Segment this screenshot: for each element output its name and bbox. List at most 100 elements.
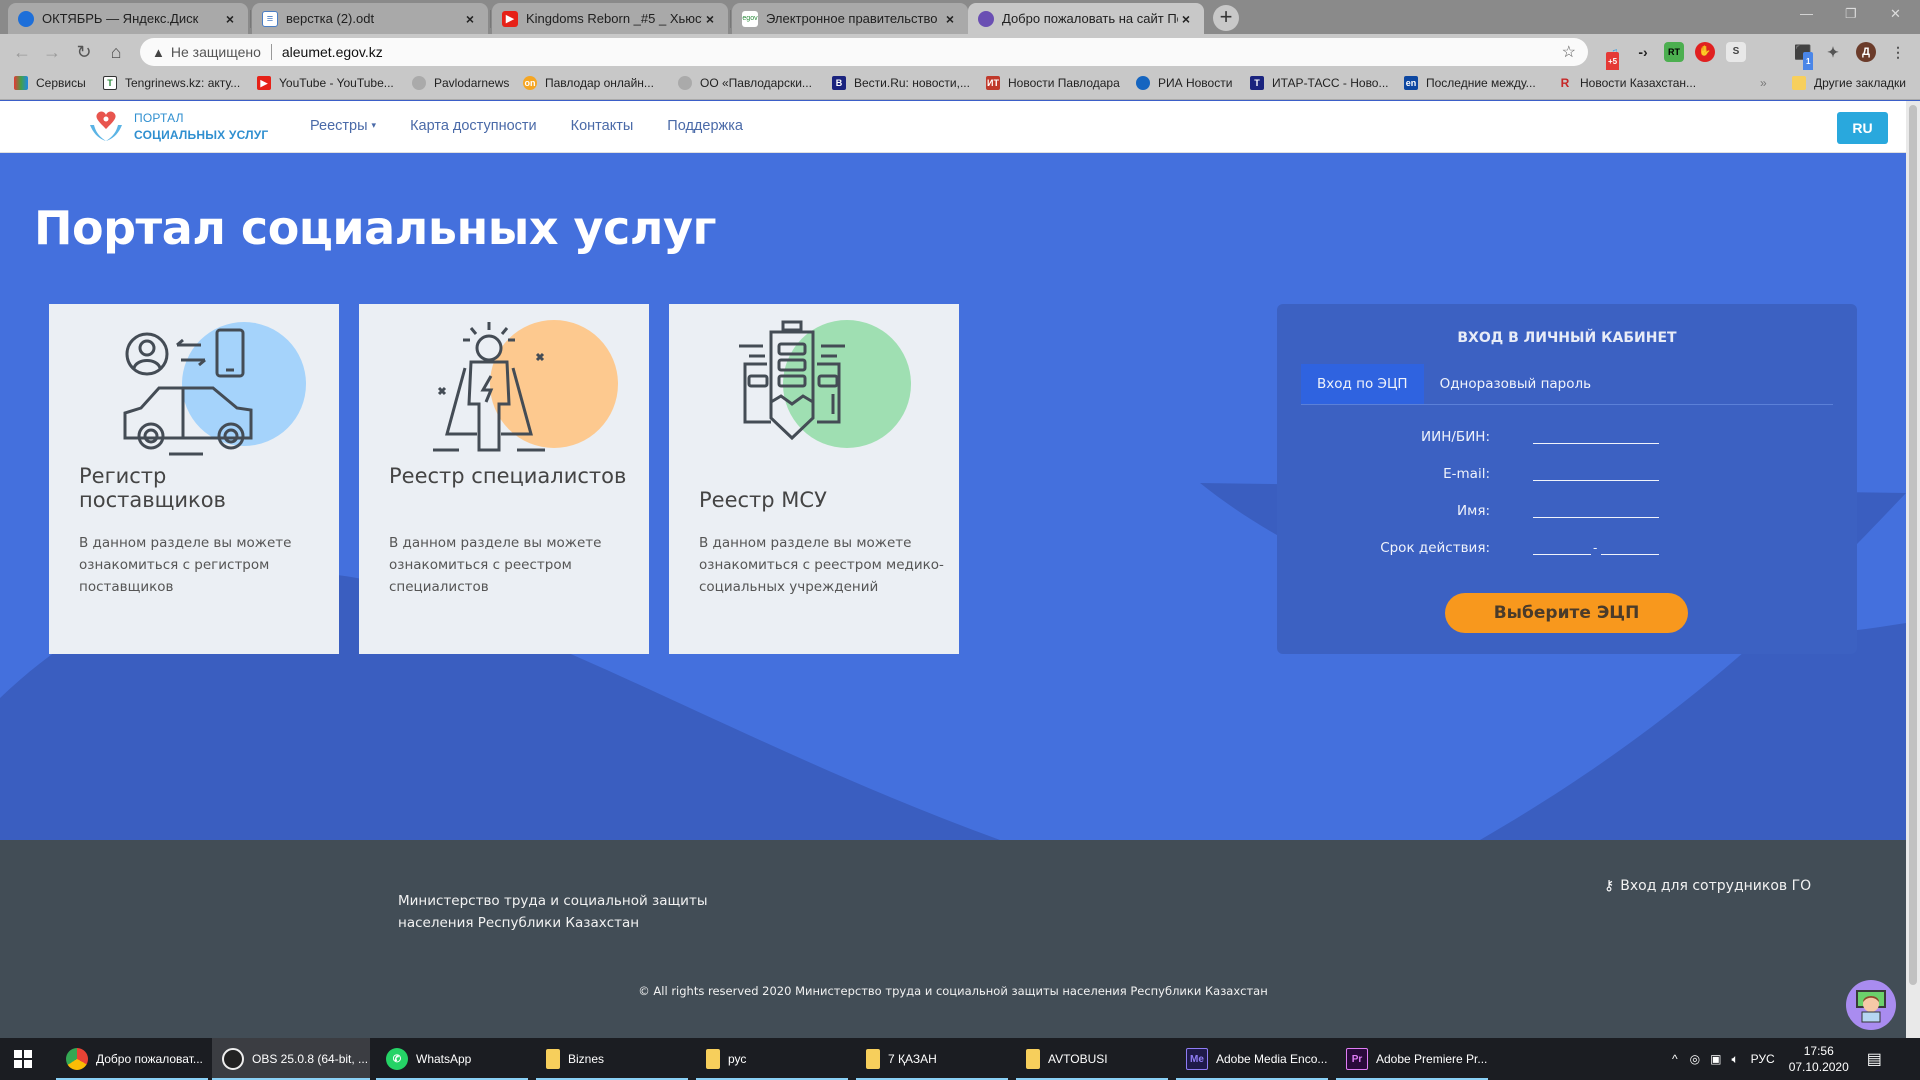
bookmark-item[interactable]: Pavlodarnews: [412, 76, 509, 90]
card-title: Реестр МСУ: [699, 488, 827, 512]
browser-tab-active[interactable]: Добро пожаловать на сайт Пор ×: [968, 3, 1204, 34]
bookmark-item[interactable]: T Tengrinews.kz: акту...: [103, 76, 240, 90]
rt-extension-icon[interactable]: RT: [1664, 42, 1684, 62]
support-chat-button[interactable]: [1846, 980, 1896, 1030]
bookmark-item[interactable]: B Вести.Ru: новости,...: [832, 76, 970, 90]
taskbar-item-whatsapp[interactable]: ✆ WhatsApp: [376, 1038, 528, 1080]
iin-bin-row: ИИН/БИН:: [1277, 423, 1857, 453]
cube-extension-icon[interactable]: ⬛1: [1793, 42, 1814, 72]
tab-one-time-password[interactable]: Одноразовый пароль: [1424, 364, 1608, 404]
language-button[interactable]: RU: [1837, 112, 1888, 144]
tab-eds-login[interactable]: Вход по ЭЦП: [1301, 364, 1424, 404]
other-bookmarks-folder[interactable]: Другие закладки: [1792, 76, 1906, 90]
taskbar-label: 7 ҚАЗАН: [888, 1052, 937, 1066]
bookmark-item[interactable]: R Новости Казахстан...: [1558, 76, 1696, 90]
nav-registries[interactable]: Реестры ▾: [310, 118, 376, 134]
address-bar[interactable]: ▲ Не защищено aleumet.egov.kz ☆: [140, 38, 1588, 66]
nav-accessibility-map[interactable]: Карта доступности: [410, 118, 537, 134]
tengrinews-icon: T: [103, 76, 117, 90]
name-field[interactable]: [1533, 517, 1659, 518]
bookmark-item[interactable]: ▶ YouTube - YouTube...: [257, 76, 394, 90]
taskbar-item-folder[interactable]: AVTOBUSI: [1016, 1038, 1168, 1080]
taskbar-item-obs[interactable]: OBS 25.0.8 (64-bit, ...: [212, 1038, 370, 1080]
page-scrollbar[interactable]: [1906, 101, 1920, 1038]
clock[interactable]: 17:56 07.10.2020: [1789, 1043, 1849, 1075]
bookmark-item[interactable]: ИТ Новости Павлодара: [986, 76, 1120, 90]
browser-tab[interactable]: ОКТЯБРЬ — Яндекс.Диск ×: [8, 3, 248, 34]
folder-icon: [546, 1049, 560, 1069]
folder-icon: [1792, 76, 1806, 90]
taskbar-item-chrome[interactable]: Добро пожаловат...: [56, 1038, 208, 1080]
puzzle-extension-icon[interactable]: ✦: [1823, 42, 1843, 62]
folder-icon: [866, 1049, 880, 1069]
validity-from-field[interactable]: [1533, 554, 1591, 555]
home-button[interactable]: ⌂: [104, 40, 128, 64]
close-window-icon[interactable]: ✕: [1890, 6, 1901, 22]
bookmark-item[interactable]: Сервисы: [14, 76, 86, 90]
browser-tab[interactable]: egov Электронное правительство Ре ×: [732, 3, 968, 34]
taskbar-label: рус: [728, 1052, 747, 1066]
card-providers-register[interactable]: Регистр поставщиков В данном разделе вы …: [49, 304, 339, 654]
it-icon: ИТ: [986, 76, 1000, 90]
browser-tab[interactable]: ▶ Kingdoms Reborn _#5 _ Хьюсто ×: [492, 3, 728, 34]
card-msu-register[interactable]: Реестр МСУ В данном разделе вы можете оз…: [669, 304, 959, 654]
browser-tab[interactable]: ≡ верстка (2).odt ×: [252, 3, 488, 34]
forward-button[interactable]: →: [40, 40, 64, 64]
close-tab-icon[interactable]: ×: [462, 11, 478, 27]
nav-contacts[interactable]: Контакты: [571, 118, 634, 134]
bookmarks-overflow-button[interactable]: »: [1760, 76, 1767, 90]
s-extension-icon[interactable]: S: [1726, 42, 1746, 62]
email-field[interactable]: [1533, 480, 1659, 481]
arrow-right-icon: →: [43, 42, 61, 62]
input-language[interactable]: РУС: [1751, 1052, 1775, 1066]
music-extension-icon[interactable]: ♫+5: [1604, 42, 1624, 72]
close-tab-icon[interactable]: ×: [702, 11, 718, 27]
scrollbar-thumb[interactable]: [1909, 105, 1917, 985]
bookmark-label: Pavlodarnews: [434, 76, 510, 90]
taskbar-item-folder[interactable]: 7 ҚАЗАН: [856, 1038, 1008, 1080]
taskbar-item-folder[interactable]: рус: [696, 1038, 848, 1080]
network-icon[interactable]: ▣: [1710, 1052, 1721, 1066]
adblock-extension-icon[interactable]: ✋: [1695, 42, 1715, 62]
bookmark-label: Сервисы: [36, 76, 86, 90]
tab-title: верстка (2).odt: [286, 11, 375, 26]
taskbar-item-media-encoder[interactable]: Me Adobe Media Enco...: [1176, 1038, 1328, 1080]
bookmark-item[interactable]: ОО «Павлодарски...: [678, 76, 812, 90]
main-nav: Реестры ▾ Карта доступности Контакты Подд…: [310, 118, 777, 134]
arrow-extension-icon[interactable]: -›: [1633, 42, 1653, 62]
close-tab-icon[interactable]: ×: [942, 11, 958, 27]
close-tab-icon[interactable]: ×: [222, 11, 238, 27]
card-specialists-register[interactable]: Реестр специалистов В данном разделе вы …: [359, 304, 649, 654]
profile-avatar[interactable]: Д: [1856, 42, 1876, 62]
obs-tray-icon[interactable]: ◎: [1690, 1052, 1700, 1066]
taskbar-label: Добро пожаловат...: [96, 1052, 203, 1066]
volume-icon[interactable]: 🔈︎: [1731, 1052, 1738, 1067]
nav-support[interactable]: Поддержка: [667, 118, 743, 134]
select-eds-button[interactable]: Выберите ЭЦП: [1445, 593, 1688, 633]
taskbar-item-folder[interactable]: Biznes: [536, 1038, 688, 1080]
bookmark-item[interactable]: en Последние между...: [1404, 76, 1536, 90]
reload-button[interactable]: ↻: [72, 40, 96, 64]
validity-to-field[interactable]: [1601, 554, 1659, 555]
taskbar-item-premiere[interactable]: Pr Adobe Premiere Pr...: [1336, 1038, 1488, 1080]
staff-login-link[interactable]: ⚷ Вход для сотрудников ГО: [1604, 878, 1811, 894]
menu-kebab-icon[interactable]: ⋮: [1888, 42, 1908, 62]
bookmark-item[interactable]: T ИТАР-ТАСС - Ново...: [1250, 76, 1388, 90]
new-tab-button[interactable]: +: [1213, 5, 1239, 31]
bookmark-star-icon[interactable]: ☆: [1562, 42, 1576, 62]
bookmark-label: РИА Новости: [1158, 76, 1233, 90]
site-logo[interactable]: ПОРТАЛ СОЦИАЛЬНЫХ УСЛУГ: [86, 107, 268, 147]
notifications-icon[interactable]: ▤: [1867, 1049, 1882, 1069]
close-tab-icon[interactable]: ×: [1178, 11, 1194, 27]
chevron-up-icon[interactable]: ^: [1672, 1052, 1678, 1066]
url-text[interactable]: aleumet.egov.kz: [282, 44, 383, 60]
youtube-icon: ▶: [257, 76, 271, 90]
maximize-icon[interactable]: ❐: [1845, 6, 1857, 22]
security-label[interactable]: Не защищено: [171, 44, 261, 60]
back-button[interactable]: ←: [10, 40, 34, 64]
iin-bin-field[interactable]: [1533, 443, 1659, 444]
bookmark-item[interactable]: РИА Новости: [1136, 76, 1232, 90]
start-button[interactable]: [6, 1038, 42, 1080]
minimize-icon[interactable]: —: [1800, 6, 1813, 21]
bookmark-item[interactable]: on Павлодар онлайн...: [523, 76, 654, 90]
